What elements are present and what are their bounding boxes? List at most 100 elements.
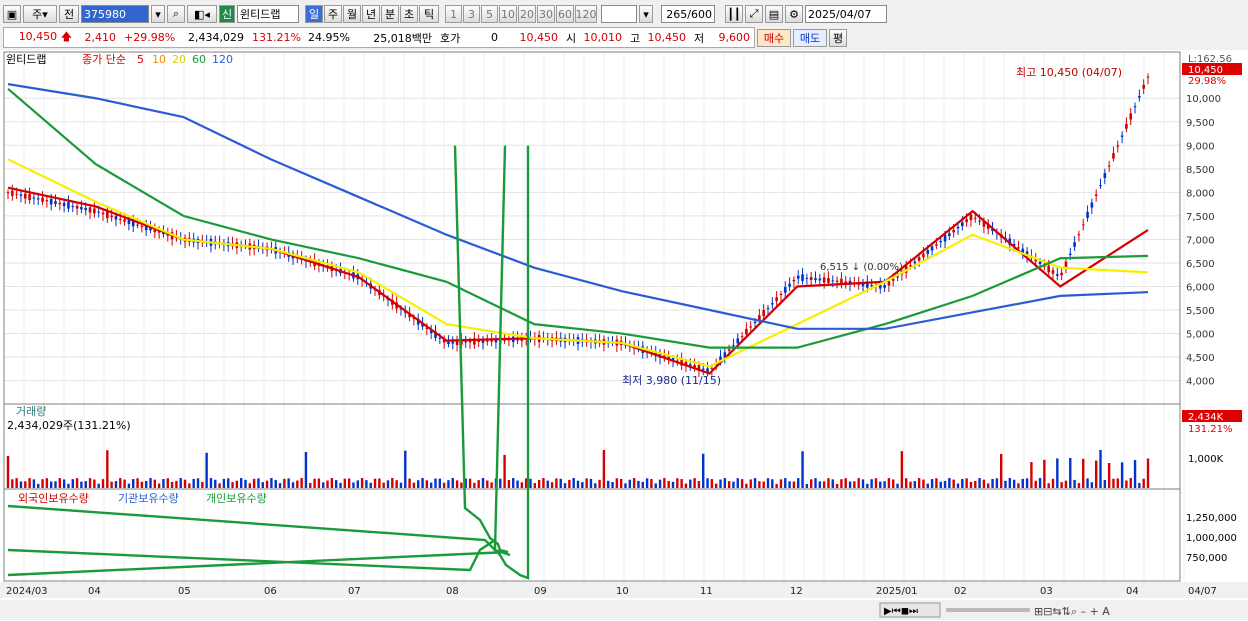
volume-bar [982,479,986,488]
volume-bar [628,479,632,488]
volume-bar [568,479,571,488]
volume-bar [58,478,62,488]
candle-body [969,214,973,221]
volume-bar [1060,482,1063,488]
quote-amount: 25,018백만 [373,31,432,45]
volume-bar [451,478,454,488]
candle-body [809,277,813,281]
period-type-select[interactable]: 주 ▾ [23,5,57,23]
volume-bar [1008,478,1012,488]
price-tick-label: 6,500 [1186,259,1215,270]
market-button[interactable]: 전 [59,5,79,23]
period-minute-button[interactable]: 분 [381,5,399,23]
candle-icon[interactable]: ┃┃ [725,5,743,23]
quote-rate: +29.98% [124,31,176,44]
x-axis-label: 07 [348,586,361,597]
interval-5-button[interactable]: 5 [481,5,498,23]
volume-bar [1038,478,1042,488]
period-second-button[interactable]: 초 [400,5,418,23]
volume-bar [274,479,277,488]
volume-bar [1017,483,1020,488]
volume-bar [987,483,990,488]
candle-body [779,293,783,296]
period-day-button[interactable]: 일 [305,5,323,23]
stock-code-input[interactable]: 375980 [81,5,149,23]
candle-body [101,212,105,215]
eval-button[interactable]: 평 [829,28,847,47]
window-menu-icon[interactable]: ▣ [3,5,21,23]
candle-body [19,194,23,196]
interval-custom-input[interactable] [601,5,637,23]
count-input[interactable]: 265/600 [661,5,715,23]
candle-body [796,275,800,279]
volume-bar [49,481,53,488]
volume-bar [205,452,208,488]
period-type-label: 주 [32,8,43,21]
playback-icons[interactable]: ▶⏮◼⏭ [884,606,918,617]
interval-1-button[interactable]: 1 [445,5,462,23]
volume-bar [214,479,217,488]
volume-bar [615,478,619,488]
interval-120-button[interactable]: 120 [575,5,597,23]
candle-body [1038,261,1042,265]
volume-bar [412,482,416,488]
period-year-button[interactable]: 년 [362,5,380,23]
volume-bar [512,478,515,488]
history-icon[interactable]: ◧◂ [187,5,217,23]
zoom-slider[interactable] [946,608,1030,612]
volume-bar [119,478,122,488]
buy-button[interactable]: 매수 [757,28,791,47]
candle-body [822,277,826,283]
candle-body [447,341,450,344]
volume-bar [537,479,541,488]
volume-bar [326,480,329,488]
zoom-tools-icon[interactable]: ⊞⊟⇆⇅⌕ – + A [1034,605,1110,618]
volume-bar [602,450,606,488]
interval-dropdown-icon[interactable]: ▾ [639,5,653,23]
candle-body [464,341,468,343]
volume-bar [1125,480,1128,488]
volume-bar [576,480,580,488]
candle-body [783,287,787,293]
line-tool-icon[interactable]: ⤢ [745,5,763,23]
period-month-button[interactable]: 월 [343,5,361,23]
volume-bar [136,478,139,488]
volume-bar [645,478,649,488]
period-tick-button[interactable]: 틱 [419,5,439,23]
volume-bar [97,483,100,488]
chart-type-icon[interactable]: ▤ [765,5,783,23]
candle-body [922,253,925,258]
code-dropdown-icon[interactable]: ▾ [151,5,165,23]
interval-30-button[interactable]: 30 [537,5,555,23]
volume-bar [710,479,714,488]
volume-bar [417,480,420,488]
high-label: 고 [630,31,641,45]
volume-bar [594,483,597,488]
date-input[interactable]: 2025/04/07 [805,5,887,23]
volume-bar [607,480,610,488]
volume-bar [857,478,860,488]
volume-value: 2,434,029주(131.21%) [7,419,131,432]
interval-3-button[interactable]: 3 [463,5,480,23]
x-axis-label: 12 [790,586,803,597]
interval-10-button[interactable]: 10 [499,5,517,23]
price-tick-label: 9,000 [1186,141,1215,152]
volume-bar [201,481,204,488]
holding-tick-2: 1,000,000 [1186,533,1237,544]
candle-body [58,202,62,205]
candle-body [80,206,83,210]
x-axis-label: 02 [954,586,967,597]
sell-button[interactable]: 매도 [793,28,827,47]
volume-bar [965,478,968,488]
volume-bar [447,480,450,488]
period-week-button[interactable]: 주 [324,5,342,23]
settings-gear-icon[interactable]: ⚙ [785,5,803,23]
volume-bar [360,478,364,488]
interval-20-button[interactable]: 20 [518,5,536,23]
interval-60-button[interactable]: 60 [556,5,574,23]
search-icon[interactable]: ⌕ [167,5,185,23]
volume-bar [835,483,839,488]
stock-chart[interactable]: 10,000 9,500 9,000 8,500 8,000 7,500 7,000 6,50… [0,50,1248,621]
stock-name-field[interactable]: 윈티드랩 [237,5,299,23]
volume-bar [917,478,921,488]
